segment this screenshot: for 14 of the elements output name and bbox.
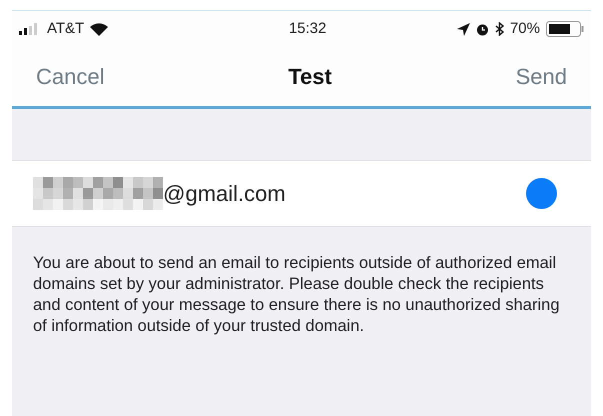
screen-title: Test bbox=[288, 63, 332, 91]
warning-message: You are about to send an email to recipients outside of authorized email domains set by your administrator. Please double check the recipients and content of your message to ensure there is no unauthorized sharing of information outside of your trusted domain. bbox=[33, 253, 561, 337]
wifi-icon bbox=[90, 22, 108, 36]
battery-icon bbox=[546, 21, 584, 37]
battery-percentage: 70% bbox=[510, 18, 540, 39]
bluetooth-icon bbox=[494, 22, 504, 36]
clock-time: 15:32 bbox=[288, 18, 326, 39]
carrier-name: AT&T bbox=[47, 18, 84, 39]
status-dot-icon bbox=[526, 178, 557, 209]
alarm-clock-icon bbox=[476, 22, 489, 36]
cancel-button[interactable]: Cancel bbox=[36, 60, 104, 93]
send-button[interactable]: Send bbox=[516, 60, 567, 93]
location-arrow-icon bbox=[456, 22, 470, 36]
recipient-email: @gmail.com bbox=[163, 180, 286, 208]
